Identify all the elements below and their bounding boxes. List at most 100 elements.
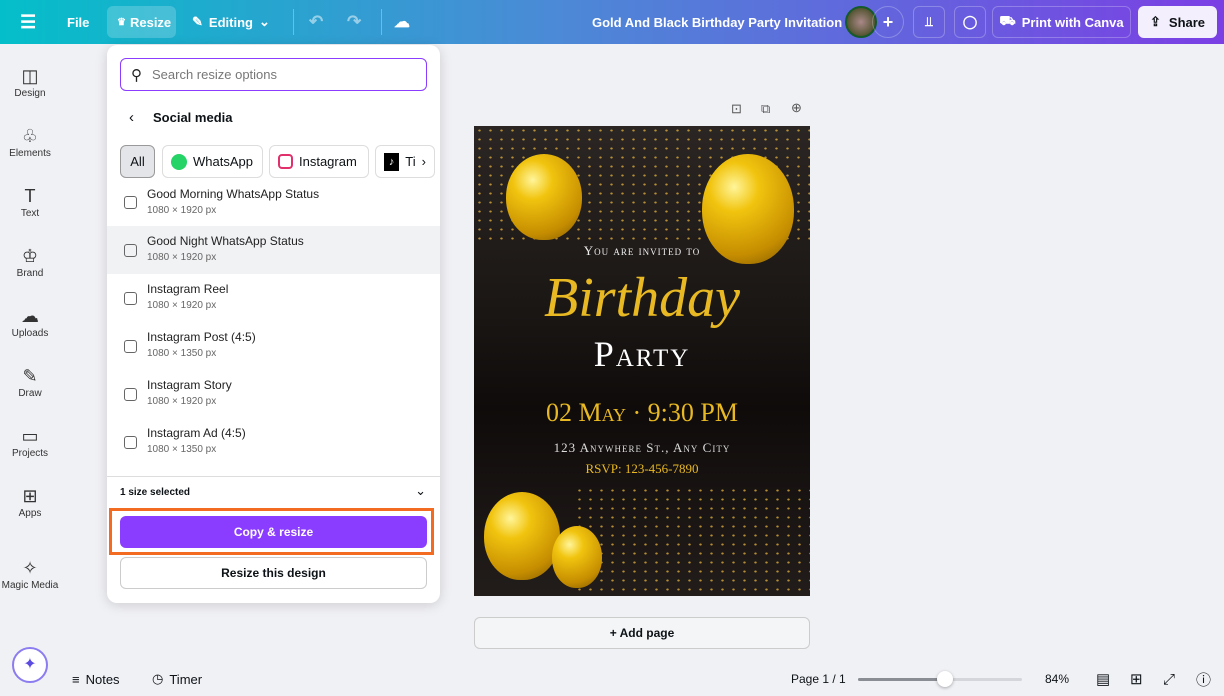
notes-icon: ≡: [72, 671, 80, 687]
copy-resize-button[interactable]: Copy & resize: [120, 516, 427, 548]
section-title: Social media: [153, 110, 233, 125]
sidebar-item-elements[interactable]: ♧ Elements: [0, 124, 60, 159]
fullscreen-icon[interactable]: ⤢: [1163, 665, 1175, 693]
balloon: [506, 154, 582, 240]
instagram-icon: [278, 154, 293, 169]
folder-icon: ▭: [21, 426, 39, 446]
sidebar-item-uploads[interactable]: ☁ Uploads: [0, 304, 60, 339]
back-chevron-icon[interactable]: ‹: [129, 109, 134, 126]
selected-count: 1 size selected: [120, 487, 191, 498]
item-size: 1080 × 1350 px: [147, 444, 217, 455]
elements-icon: ♧: [21, 126, 39, 146]
divider: [107, 476, 440, 477]
item-name: Good Night WhatsApp Status: [147, 234, 304, 248]
sidebar-label: Draw: [18, 388, 42, 399]
chevron-down-icon[interactable]: ⌄: [415, 483, 426, 499]
page-view-icon[interactable]: ▤: [1096, 665, 1110, 693]
insights-icon[interactable]: ⫫: [913, 6, 945, 38]
upload-icon: ⇪: [1150, 14, 1161, 29]
checkbox[interactable]: [124, 436, 137, 449]
add-page-button[interactable]: + Add page: [474, 617, 810, 649]
search-placeholder: Search resize options: [152, 67, 278, 82]
item-size: 1080 × 1920 px: [147, 300, 217, 311]
timer-button[interactable]: ◷ Timer: [152, 665, 202, 693]
item-size: 1080 × 1920 px: [147, 205, 217, 216]
print-with-canva-button[interactable]: ⛟ Print with Canva: [992, 6, 1131, 38]
item-name: Instagram Reel: [147, 282, 229, 296]
zoom-slider[interactable]: [858, 671, 1022, 687]
grid-view-icon[interactable]: ⊞: [1130, 665, 1143, 693]
truck-icon: ⛟: [999, 13, 1016, 28]
design-canvas[interactable]: You are invited to Birthday Party 02 May…: [474, 126, 810, 596]
chip-label: WhatsApp: [193, 154, 253, 169]
add-collaborator-button[interactable]: +: [872, 6, 904, 38]
divider: [293, 9, 294, 35]
list-item[interactable]: Instagram Reel 1080 × 1920 px: [107, 274, 440, 322]
list-item[interactable]: Good Morning WhatsApp Status 1080 × 1920 …: [107, 178, 440, 226]
file-menu[interactable]: File: [67, 6, 89, 38]
comment-icon[interactable]: ◯: [954, 6, 986, 38]
chip-tiktok[interactable]: ♪ Ti ›: [375, 145, 435, 178]
sidebar-item-magic-media[interactable]: ✧ Magic Media: [0, 556, 60, 591]
sidebar-item-design[interactable]: ◫ Design: [0, 64, 60, 99]
invited-text: You are invited to: [583, 243, 701, 258]
resize-button[interactable]: ♛ Resize: [107, 6, 176, 38]
page-indicator[interactable]: Page 1 / 1: [791, 665, 846, 693]
sidebar-item-draw[interactable]: ✎ Draw: [0, 364, 60, 399]
search-icon: ⚲: [131, 66, 142, 84]
zoom-slider-thumb[interactable]: [936, 671, 953, 687]
chip-all[interactable]: All: [120, 145, 155, 178]
birthday-text: Birthday: [544, 267, 740, 329]
design-icon: ◫: [21, 66, 39, 86]
magic-assistant-icon[interactable]: ✦: [12, 647, 48, 683]
sidebar-label: Brand: [16, 268, 44, 279]
hamburger-icon[interactable]: ☰: [20, 6, 36, 38]
resize-this-design-button[interactable]: Resize this design: [120, 557, 427, 589]
notes-button[interactable]: ≡ Notes: [72, 665, 120, 693]
chip-instagram[interactable]: Instagram: [269, 145, 369, 178]
upload-cloud-icon: ☁: [21, 306, 39, 326]
chevron-down-icon: ⌄: [258, 14, 270, 29]
list-item[interactable]: Instagram Post (4:5) 1080 × 1350 px: [107, 322, 440, 370]
item-size: 1080 × 1920 px: [147, 396, 217, 407]
sidebar-item-apps[interactable]: ⊞ Apps: [0, 484, 60, 519]
checkbox[interactable]: [124, 244, 137, 257]
duplicate-icon[interactable]: ⧉: [761, 101, 770, 117]
item-size: 1080 × 1920 px: [147, 252, 217, 263]
checkbox[interactable]: [124, 388, 137, 401]
checkbox[interactable]: [124, 292, 137, 305]
tiktok-icon: ♪: [384, 152, 400, 171]
draw-icon: ✎: [22, 366, 38, 386]
lock-icon[interactable]: ⊡: [731, 101, 742, 117]
share-button[interactable]: ⇪ Share: [1138, 6, 1218, 38]
scroll-right-icon[interactable]: ›: [422, 154, 426, 169]
text-icon: T: [24, 186, 36, 206]
add-page-icon[interactable]: ⊕: [791, 100, 802, 116]
editing-dropdown[interactable]: ✎ Editing ⌄: [192, 6, 270, 38]
checkbox[interactable]: [124, 196, 137, 209]
date-text: 02 May · 9:30 PM: [546, 398, 738, 427]
redo-icon[interactable]: ↷: [347, 6, 361, 38]
sidebar-label: Elements: [9, 148, 51, 159]
sidebar-label: Apps: [18, 508, 42, 519]
pencil-icon: ✎: [192, 14, 203, 29]
item-name: Instagram Post (4:5): [147, 330, 256, 344]
list-item[interactable]: Instagram Ad (4:5) 1080 × 1350 px: [107, 418, 440, 466]
party-text: Party: [593, 334, 691, 374]
sidebar-item-text[interactable]: T Text: [0, 184, 60, 219]
checkbox[interactable]: [124, 340, 137, 353]
sidebar-item-projects[interactable]: ▭ Projects: [0, 424, 60, 459]
top-bar: ☰ File ♛ Resize ✎ Editing ⌄ ↶ ↷ ☁ Gold And …: [0, 0, 1224, 44]
search-input[interactable]: ⚲ Search resize options: [120, 58, 427, 91]
list-item[interactable]: Good Night WhatsApp Status 1080 × 1920 px: [107, 226, 440, 274]
cloud-saved-icon[interactable]: ☁: [394, 6, 410, 38]
zoom-level[interactable]: 84%: [1045, 665, 1069, 693]
design-title[interactable]: Gold And Black Birthday Party Invitation: [592, 6, 842, 38]
chip-whatsapp[interactable]: WhatsApp: [162, 145, 263, 178]
undo-icon[interactable]: ↶: [309, 6, 323, 38]
crown-icon: ♛: [117, 16, 126, 28]
item-name: Instagram Ad (4:5): [147, 426, 246, 440]
help-icon[interactable]: ⓘ: [1196, 665, 1211, 693]
sidebar-item-brand[interactable]: ♔ Brand: [0, 244, 60, 279]
list-item[interactable]: Instagram Story 1080 × 1920 px: [107, 370, 440, 418]
